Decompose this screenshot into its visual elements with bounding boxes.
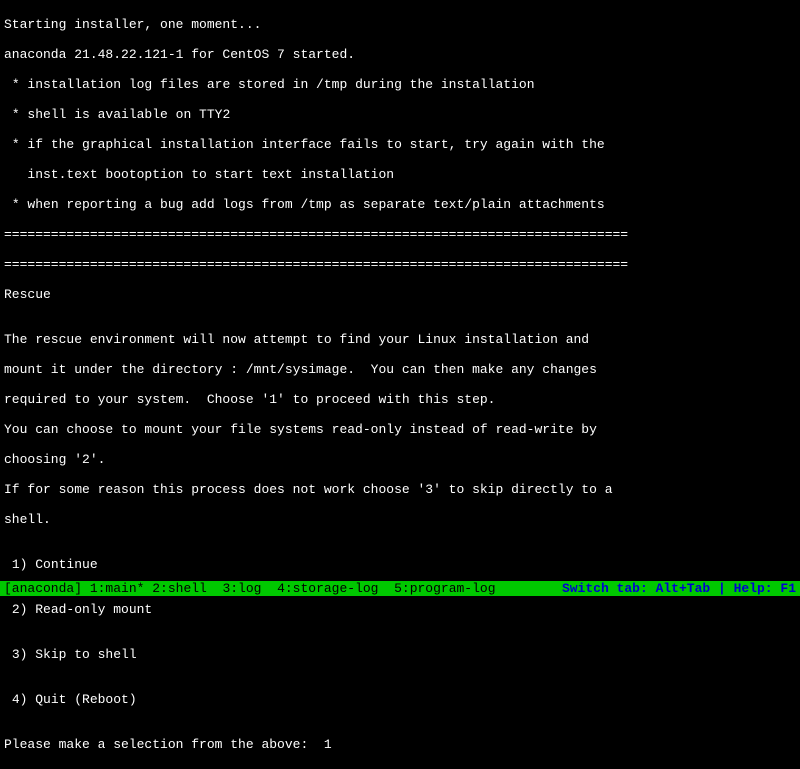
- tab-storage-log[interactable]: 4:storage-log: [277, 581, 394, 596]
- app-name: [anaconda]: [4, 581, 82, 596]
- boot-bullet: * installation log files are stored in /…: [4, 77, 796, 92]
- rescue-title: Rescue: [4, 287, 796, 302]
- help-hint: Switch tab: Alt+Tab | Help: F1: [562, 581, 796, 596]
- tab-main[interactable]: 1:main*: [82, 581, 152, 596]
- rescue-text: mount it under the directory : /mnt/sysi…: [4, 362, 796, 377]
- prompt-label: Please make a selection from the above:: [4, 737, 324, 752]
- selection-prompt[interactable]: Please make a selection from the above: …: [4, 737, 796, 752]
- tab-log[interactable]: 3:log: [222, 581, 277, 596]
- boot-line: Starting installer, one moment...: [4, 17, 796, 32]
- boot-bullet: * when reporting a bug add logs from /tm…: [4, 197, 796, 212]
- menu-option-3[interactable]: 3) Skip to shell: [4, 647, 796, 662]
- rescue-text: required to your system. Choose '1' to p…: [4, 392, 796, 407]
- tab-program-log[interactable]: 5:program-log: [394, 581, 495, 596]
- prompt-input[interactable]: 1: [324, 737, 332, 752]
- boot-bullet: * shell is available on TTY2: [4, 107, 796, 122]
- boot-bullet: inst.text bootoption to start text insta…: [4, 167, 796, 182]
- terminal-output: Starting installer, one moment... anacon…: [0, 0, 800, 769]
- menu-option-4[interactable]: 4) Quit (Reboot): [4, 692, 796, 707]
- boot-line: anaconda 21.48.22.121-1 for CentOS 7 sta…: [4, 47, 796, 62]
- rescue-text: If for some reason this process does not…: [4, 482, 796, 497]
- rescue-text: You can choose to mount your file system…: [4, 422, 796, 437]
- menu-option-2[interactable]: 2) Read-only mount: [4, 602, 796, 617]
- rescue-text: choosing '2'.: [4, 452, 796, 467]
- status-bar: [anaconda] 1:main* 2:shell 3:log 4:stora…: [0, 581, 800, 596]
- menu-option-1[interactable]: 1) Continue: [4, 557, 796, 572]
- rescue-text: shell.: [4, 512, 796, 527]
- divider: ========================================…: [4, 257, 796, 272]
- divider: ========================================…: [4, 227, 796, 242]
- boot-bullet: * if the graphical installation interfac…: [4, 137, 796, 152]
- rescue-text: The rescue environment will now attempt …: [4, 332, 796, 347]
- tab-shell[interactable]: 2:shell: [152, 581, 222, 596]
